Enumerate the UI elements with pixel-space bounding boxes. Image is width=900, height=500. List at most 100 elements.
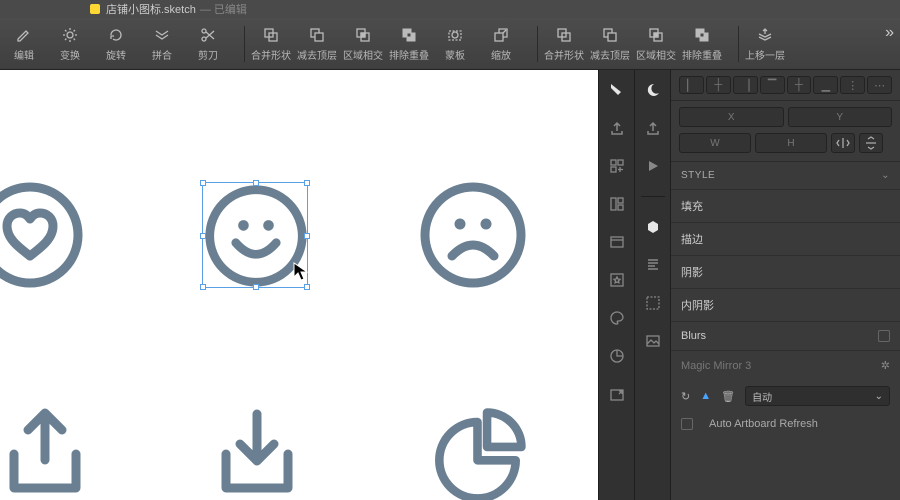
- tool-edit[interactable]: 编辑: [2, 22, 46, 66]
- size-w-field[interactable]: W: [679, 133, 751, 153]
- canvas-shape-download[interactable]: [202, 400, 312, 500]
- rail-grid-add-icon[interactable]: [605, 154, 629, 178]
- toolbar-separator: [244, 26, 245, 62]
- tool-exclude[interactable]: 排除重叠: [387, 22, 431, 66]
- scale-icon: [491, 25, 511, 45]
- flip-v-button[interactable]: [859, 133, 883, 153]
- canvas-shape-sad[interactable]: [418, 180, 528, 290]
- position-size-grid: X Y: [671, 101, 900, 133]
- canvas[interactable]: [0, 70, 598, 500]
- inspector-panel: ▏ ┼ ▕ ▔ ┼ ▁ ⋮ ⋯ X Y W H STYLE ⌄ 填充 描边 阴影…: [670, 70, 900, 500]
- flip-icon[interactable]: ▲: [700, 390, 711, 402]
- chevron-down-icon: ⌄: [881, 170, 890, 181]
- toolbar-group-edit: 编辑 变换 旋转 拼合 剪刀: [2, 22, 230, 66]
- magic-mirror-actions: ↻ ▲ 🗑 自动⌄: [671, 380, 900, 412]
- style-section-header[interactable]: STYLE ⌄: [671, 161, 900, 189]
- toolbar-group-layer: 上移一层: [743, 22, 787, 66]
- rail-image-icon[interactable]: [641, 329, 665, 353]
- exclude-icon: [399, 25, 419, 45]
- tool-mask[interactable]: 蒙板: [433, 22, 477, 66]
- rail-star-icon[interactable]: [605, 268, 629, 292]
- scissors-icon: [198, 25, 218, 45]
- rail-hexagon-icon[interactable]: [641, 215, 665, 239]
- align-right-button[interactable]: ▕: [733, 76, 758, 94]
- canvas-shape-smile-selected[interactable]: [202, 182, 308, 288]
- style-fill-row[interactable]: 填充: [671, 189, 900, 222]
- style-blurs-row[interactable]: Blurs: [671, 321, 900, 350]
- rail-layout-icon[interactable]: [605, 192, 629, 216]
- tool-subtract-2[interactable]: 减去顶层: [588, 22, 632, 66]
- document-edited-status: — 已编辑: [200, 1, 247, 17]
- distribute-h-button[interactable]: ⋮: [840, 76, 865, 94]
- rail-separator: [641, 196, 665, 197]
- tool-subtract[interactable]: 减去顶层: [295, 22, 339, 66]
- side-rail-tools: [634, 70, 670, 500]
- style-inner-shadow-row[interactable]: 内阴影: [671, 288, 900, 321]
- sun-icon: [60, 25, 80, 45]
- trash-icon[interactable]: 🗑: [721, 390, 735, 403]
- rail-marquee-icon[interactable]: [641, 291, 665, 315]
- gear-icon[interactable]: ✲: [881, 359, 890, 372]
- magic-mirror-mode-select[interactable]: 自动⌄: [745, 386, 890, 406]
- align-left-button[interactable]: ▏: [679, 76, 704, 94]
- rail-knife-icon[interactable]: [605, 78, 629, 102]
- tool-intersect-2[interactable]: 区域相交: [634, 22, 678, 66]
- tool-intersect[interactable]: 区域相交: [341, 22, 385, 66]
- rail-export-icon[interactable]: [605, 382, 629, 406]
- bring-forward-icon: [755, 25, 775, 45]
- align-hcenter-button[interactable]: ┼: [706, 76, 731, 94]
- rail-upload-icon[interactable]: [641, 116, 665, 140]
- rail-palette-icon[interactable]: [605, 306, 629, 330]
- union-icon: [261, 25, 281, 45]
- rail-play-icon[interactable]: [641, 154, 665, 178]
- toolbar-group-boolean-2: 合并形状 减去顶层 区域相交 排除重叠: [542, 22, 724, 66]
- distribute-v-button[interactable]: ⋯: [867, 76, 892, 94]
- tool-exclude-2[interactable]: 排除重叠: [680, 22, 724, 66]
- refresh-icon[interactable]: ↻: [681, 390, 690, 403]
- rail-upload-icon[interactable]: [605, 116, 629, 140]
- flip-h-button[interactable]: [831, 133, 855, 153]
- toolbar-separator: [738, 26, 739, 62]
- auto-refresh-checkbox[interactable]: [681, 418, 693, 430]
- blurs-checkbox[interactable]: [878, 330, 890, 342]
- subtract-icon: [307, 25, 327, 45]
- canvas-shape-upload[interactable]: [0, 400, 100, 500]
- tool-rotate[interactable]: 旋转: [94, 22, 138, 66]
- sketch-doc-icon: [90, 4, 100, 14]
- toolbar-overflow-icon[interactable]: »: [885, 24, 894, 42]
- align-bottom-button[interactable]: ▁: [813, 76, 838, 94]
- tool-union-2[interactable]: 合并形状: [542, 22, 586, 66]
- rail-moon-icon[interactable]: [641, 78, 665, 102]
- toolbar-group-boolean: 合并形状 减去顶层 区域相交 排除重叠 蒙板 缩放: [249, 22, 523, 66]
- select-chevron-icon: ⌄: [875, 391, 883, 402]
- tool-scissors[interactable]: 剪刀: [186, 22, 230, 66]
- align-vcenter-button[interactable]: ┼: [787, 76, 812, 94]
- rail-pie-icon[interactable]: [605, 344, 629, 368]
- size-h-field[interactable]: H: [755, 133, 827, 153]
- main-toolbar: 编辑 变换 旋转 拼合 剪刀 合并形状 减去顶层 区域相交 排除重叠 蒙板 缩放…: [0, 18, 900, 70]
- union-icon: [554, 25, 574, 45]
- align-controls: ▏ ┼ ▕ ▔ ┼ ▁ ⋮ ⋯: [671, 70, 900, 101]
- style-shadow-row[interactable]: 阴影: [671, 255, 900, 288]
- magic-mirror-header[interactable]: Magic Mirror 3 ✲: [671, 350, 900, 380]
- align-top-button[interactable]: ▔: [760, 76, 785, 94]
- tool-scale[interactable]: 缩放: [479, 22, 523, 66]
- intersect-icon: [646, 25, 666, 45]
- rail-artboard-icon[interactable]: [605, 230, 629, 254]
- tool-transform[interactable]: 变换: [48, 22, 92, 66]
- subtract-icon: [600, 25, 620, 45]
- exclude-icon: [692, 25, 712, 45]
- auto-artboard-refresh-row[interactable]: Auto Artboard Refresh: [671, 412, 900, 436]
- position-x-field[interactable]: X: [679, 107, 784, 127]
- style-border-row[interactable]: 描边: [671, 222, 900, 255]
- mask-icon: [445, 25, 465, 45]
- rail-paragraph-icon[interactable]: [641, 253, 665, 277]
- tool-bring-forward[interactable]: 上移一层: [743, 22, 787, 66]
- tool-union[interactable]: 合并形状: [249, 22, 293, 66]
- side-rail-export: [598, 70, 634, 500]
- tool-flatten[interactable]: 拼合: [140, 22, 184, 66]
- position-y-field[interactable]: Y: [788, 107, 893, 127]
- pencil-chevron-icon: [14, 25, 34, 45]
- canvas-shape-pie-chart[interactable]: [425, 403, 530, 500]
- canvas-shape-heart-circle[interactable]: [0, 180, 85, 290]
